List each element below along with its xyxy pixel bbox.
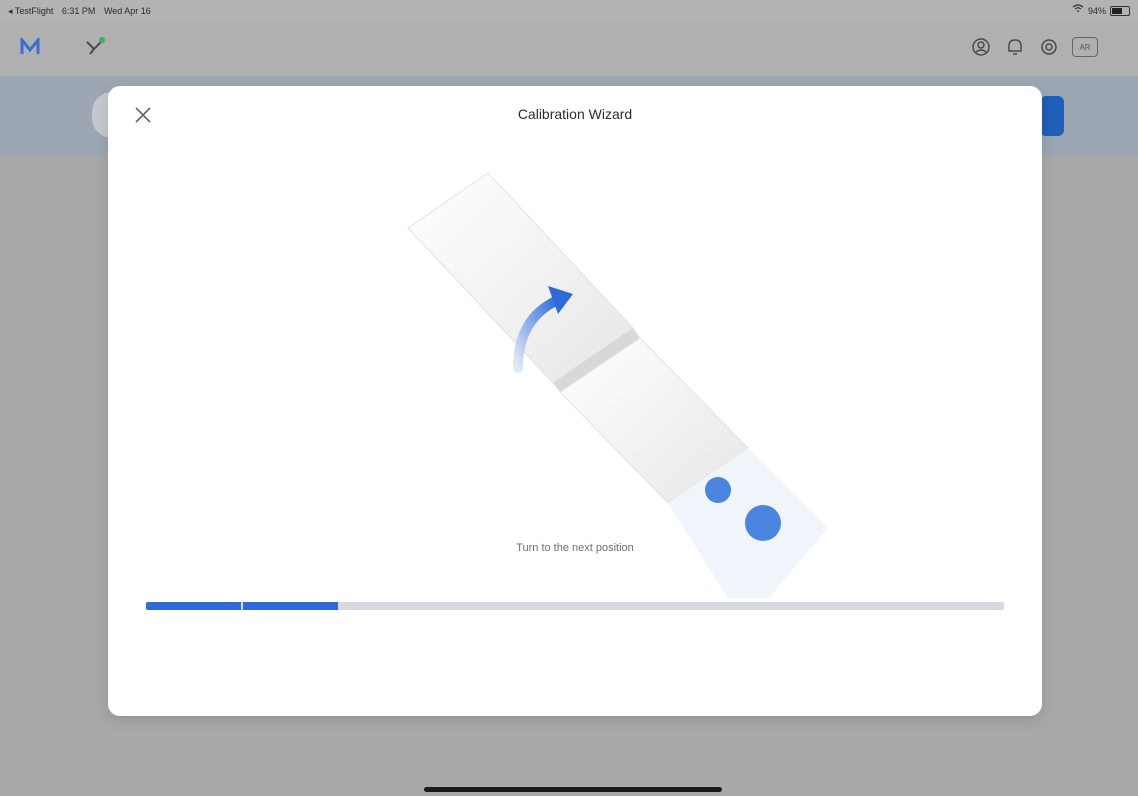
status-left: ◂ TestFlight 6:31 PM Wed Apr 16 [8,0,157,22]
status-testflight[interactable]: ◂ TestFlight [8,6,53,16]
progress-segment [146,602,241,610]
calibration-wizard-modal: Calibration Wizard Turn to the next posi… [108,86,1042,716]
connect-icon [86,37,105,55]
status-date: Wed Apr 16 [103,6,151,16]
settings-button[interactable] [1038,36,1060,58]
app-logo[interactable] [20,35,40,61]
app-bar-actions: AR [970,36,1098,58]
modal-title: Calibration Wizard [517,106,633,122]
bell-icon [1008,39,1022,55]
wifi-icon [1072,0,1084,22]
status-right: 94% [1072,0,1130,22]
notifications-button[interactable] [1004,36,1026,58]
logo-icon [20,35,40,54]
connect-button[interactable] [82,34,108,60]
status-bar: ◂ TestFlight 6:31 PM Wed Apr 16 94% [0,0,1138,22]
instruction-text: Turn to the next position [516,542,634,554]
profile-button[interactable] [970,36,992,58]
battery-icon [1110,6,1130,16]
calibration-progress-bar [146,602,1004,610]
status-time: 6:31 PM [61,6,96,16]
profile-icon [972,38,990,56]
ar-badge[interactable]: AR [1072,37,1098,57]
progress-segment [243,602,338,610]
gear-icon [1041,39,1057,55]
app-top-bar: AR [0,22,1138,76]
home-indicator[interactable] [424,787,722,792]
battery-percent: 94% [1087,6,1106,16]
background-primary-button [1040,96,1064,136]
